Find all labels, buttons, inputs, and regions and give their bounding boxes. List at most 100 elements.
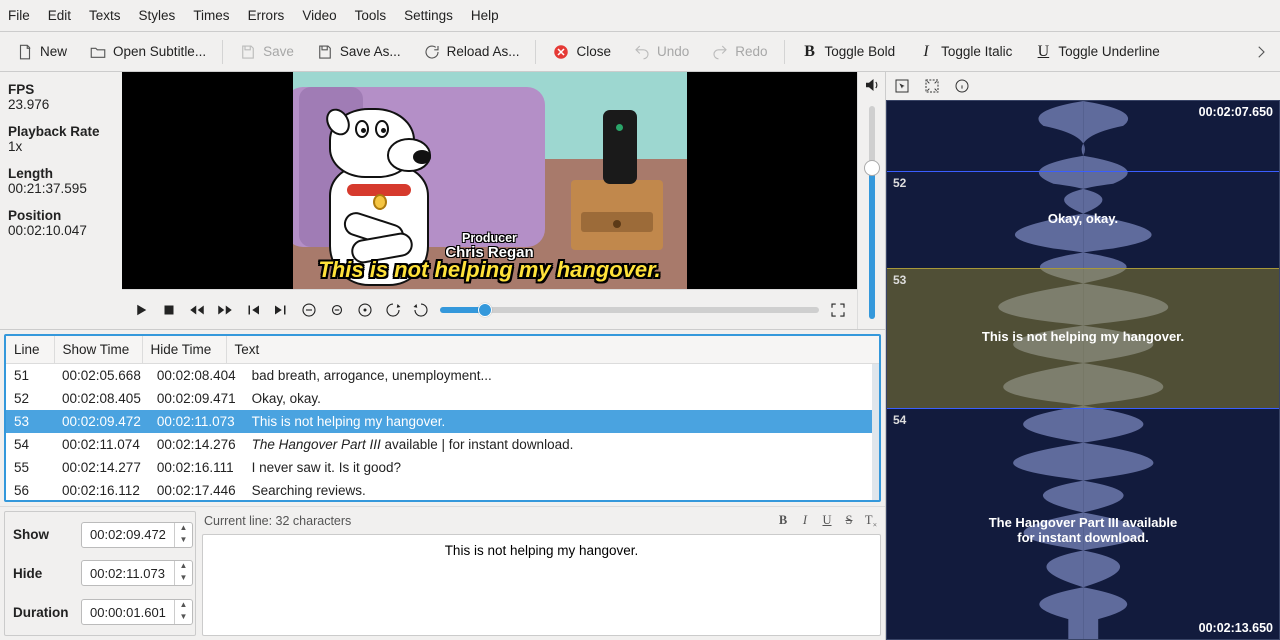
bold-button[interactable]: BToggle Bold [795, 39, 902, 65]
hide-label: Hide [13, 566, 75, 581]
menu-file[interactable]: File [8, 8, 30, 23]
wave-segment[interactable]: 54The Hangover Part III available for in… [887, 408, 1279, 639]
duration-input[interactable]: 00:00:01.601▲▼ [81, 599, 193, 625]
zoom-out-button[interactable] [300, 301, 318, 319]
save-button: Save [233, 39, 300, 65]
close-icon [552, 43, 570, 61]
table-row[interactable]: 5300:02:09.47200:02:11.073This is not he… [6, 410, 872, 433]
rate-label: Playback Rate [8, 124, 114, 139]
time-editor: Show 00:02:09.472▲▼ Hide 00:02:11.073▲▼ … [4, 511, 196, 636]
menu-errors[interactable]: Errors [248, 8, 285, 23]
position-label: Position [8, 208, 114, 223]
table-row[interactable]: 5100:02:05.66800:02:08.404bad breath, ar… [6, 364, 872, 387]
prev-button[interactable] [244, 301, 262, 319]
col-show[interactable]: Show Time [54, 336, 142, 364]
waveform[interactable]: 00:02:07.650 00:02:13.650 52Okay, okay.5… [886, 100, 1280, 640]
fps-value: 23.976 [8, 97, 114, 112]
redo-button: Redo [705, 39, 773, 65]
video-preview[interactable]: Producer Chris Regan This is not helping… [122, 72, 857, 289]
wave-info-icon[interactable] [954, 78, 970, 94]
next-button[interactable] [272, 301, 290, 319]
marker-button[interactable] [356, 301, 374, 319]
seek-slider[interactable] [440, 307, 819, 313]
italic-button[interactable]: IToggle Italic [911, 39, 1018, 65]
position-value: 00:02:10.047 [8, 223, 114, 238]
wave-cursor-icon[interactable] [894, 78, 910, 94]
col-text[interactable]: Text [226, 336, 879, 364]
rate-value: 1x [8, 139, 114, 154]
chevron-right-icon[interactable] [1252, 43, 1270, 61]
table-row[interactable]: 5600:02:16.11200:02:17.446Searching revi… [6, 479, 872, 500]
col-hide[interactable]: Hide Time [142, 336, 226, 364]
save-as-icon [316, 43, 334, 61]
menu-times[interactable]: Times [193, 8, 229, 23]
col-line[interactable]: Line [6, 336, 54, 364]
wave-segment[interactable]: 52Okay, okay. [887, 171, 1279, 268]
toolbar: New Open Subtitle... Save Save As... Rel… [0, 32, 1280, 72]
subtitle-text-input[interactable] [202, 534, 881, 637]
video-info: FPS 23.976 Playback Rate 1x Length 00:21… [0, 72, 122, 329]
reload-button[interactable]: Reload As... [417, 39, 526, 65]
length-label: Length [8, 166, 114, 181]
transport-bar [122, 289, 857, 329]
menubar: File Edit Texts Styles Times Errors Video Tools… [0, 0, 1280, 32]
play-button[interactable] [132, 301, 150, 319]
close-button[interactable]: Close [546, 39, 617, 65]
divider [222, 40, 223, 64]
rate-plus-button[interactable] [412, 301, 430, 319]
menu-settings[interactable]: Settings [404, 8, 453, 23]
italic-icon: I [917, 43, 935, 61]
undo-button: Undo [627, 39, 695, 65]
waveform-toolbar [886, 72, 1280, 100]
forward-button[interactable] [216, 301, 234, 319]
duration-label: Duration [13, 605, 75, 620]
ed-bold[interactable]: B [775, 513, 791, 530]
volume-slider[interactable] [869, 106, 875, 319]
menu-tools[interactable]: Tools [355, 8, 387, 23]
table-row[interactable]: 5400:02:11.07400:02:14.276The Hangover P… [6, 433, 872, 456]
underline-icon: U [1034, 43, 1052, 61]
bold-icon: B [801, 43, 819, 61]
ed-clear[interactable]: T× [863, 513, 879, 530]
volume-icon[interactable] [863, 72, 881, 98]
menu-styles[interactable]: Styles [139, 8, 176, 23]
new-button[interactable]: New [10, 39, 73, 65]
length-value: 00:21:37.595 [8, 181, 114, 196]
table-row[interactable]: 5500:02:14.27700:02:16.111I never saw it… [6, 456, 872, 479]
folder-open-icon [89, 43, 107, 61]
ed-strike[interactable]: S [841, 513, 857, 530]
open-button[interactable]: Open Subtitle... [83, 39, 212, 65]
rewind-button[interactable] [188, 301, 206, 319]
hide-input[interactable]: 00:02:11.073▲▼ [81, 560, 193, 586]
scrollbar[interactable] [872, 364, 879, 500]
menu-help[interactable]: Help [471, 8, 499, 23]
show-label: Show [13, 527, 75, 542]
save-as-button[interactable]: Save As... [310, 39, 407, 65]
wave-ts-top: 00:02:07.650 [1199, 105, 1273, 119]
show-input[interactable]: 00:02:09.472▲▼ [81, 522, 193, 548]
fullscreen-button[interactable] [829, 301, 847, 319]
ed-underline[interactable]: U [819, 513, 835, 530]
undo-icon [633, 43, 651, 61]
underline-button[interactable]: UToggle Underline [1028, 39, 1165, 65]
subtitle-grid: Line Show Time Hide Time Text 5100:02:05… [4, 334, 881, 502]
wave-expand-icon[interactable] [924, 78, 940, 94]
new-file-icon [16, 43, 34, 61]
wave-segment[interactable]: 53This is not helping my hangover. [887, 268, 1279, 408]
divider [784, 40, 785, 64]
editor-status: Current line: 32 characters [204, 514, 351, 528]
reload-icon [423, 43, 441, 61]
fps-label: FPS [8, 82, 114, 97]
menu-texts[interactable]: Texts [89, 8, 121, 23]
menu-edit[interactable]: Edit [48, 8, 71, 23]
table-row[interactable]: 5200:02:08.40500:02:09.471Okay, okay. [6, 387, 872, 410]
rate-minus-button[interactable] [384, 301, 402, 319]
stop-button[interactable] [160, 301, 178, 319]
save-icon [239, 43, 257, 61]
ed-italic[interactable]: I [797, 513, 813, 530]
redo-icon [711, 43, 729, 61]
subtitle-overlay: This is not helping my hangover. [122, 257, 857, 283]
zoom-smaller-button[interactable] [328, 301, 346, 319]
divider [535, 40, 536, 64]
menu-video[interactable]: Video [302, 8, 336, 23]
